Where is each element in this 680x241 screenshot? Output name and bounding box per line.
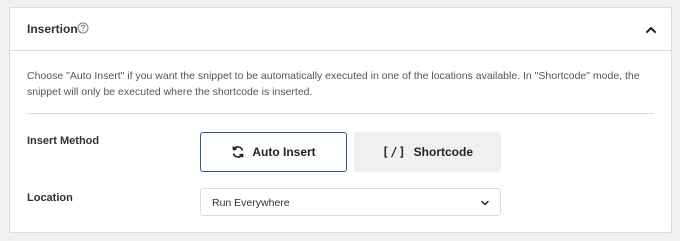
shortcode-icon: [/]	[381, 145, 407, 159]
location-select[interactable]: Run Everywhere	[200, 188, 501, 216]
location-label: Location	[27, 192, 73, 204]
insert-method-label: Insert Method	[27, 135, 100, 147]
refresh-icon	[232, 146, 244, 158]
divider	[27, 113, 654, 114]
panel-header[interactable]: Insertion	[10, 8, 671, 51]
shortcode-label: Shortcode	[413, 145, 474, 159]
auto-insert-button[interactable]: Auto Insert	[200, 132, 347, 172]
chevron-down-icon	[481, 200, 489, 206]
insertion-panel: Insertion Choose "Auto Insert" if you wa…	[9, 7, 672, 233]
shortcode-button[interactable]: [/] Shortcode	[354, 132, 501, 172]
location-selected-value: Run Everywhere	[212, 197, 290, 209]
chevron-up-icon[interactable]	[643, 22, 659, 38]
help-icon[interactable]	[77, 22, 89, 34]
panel-title: Insertion	[27, 22, 78, 36]
auto-insert-label: Auto Insert	[252, 145, 316, 159]
section-description: Choose "Auto Insert" if you want the sni…	[27, 70, 640, 98]
